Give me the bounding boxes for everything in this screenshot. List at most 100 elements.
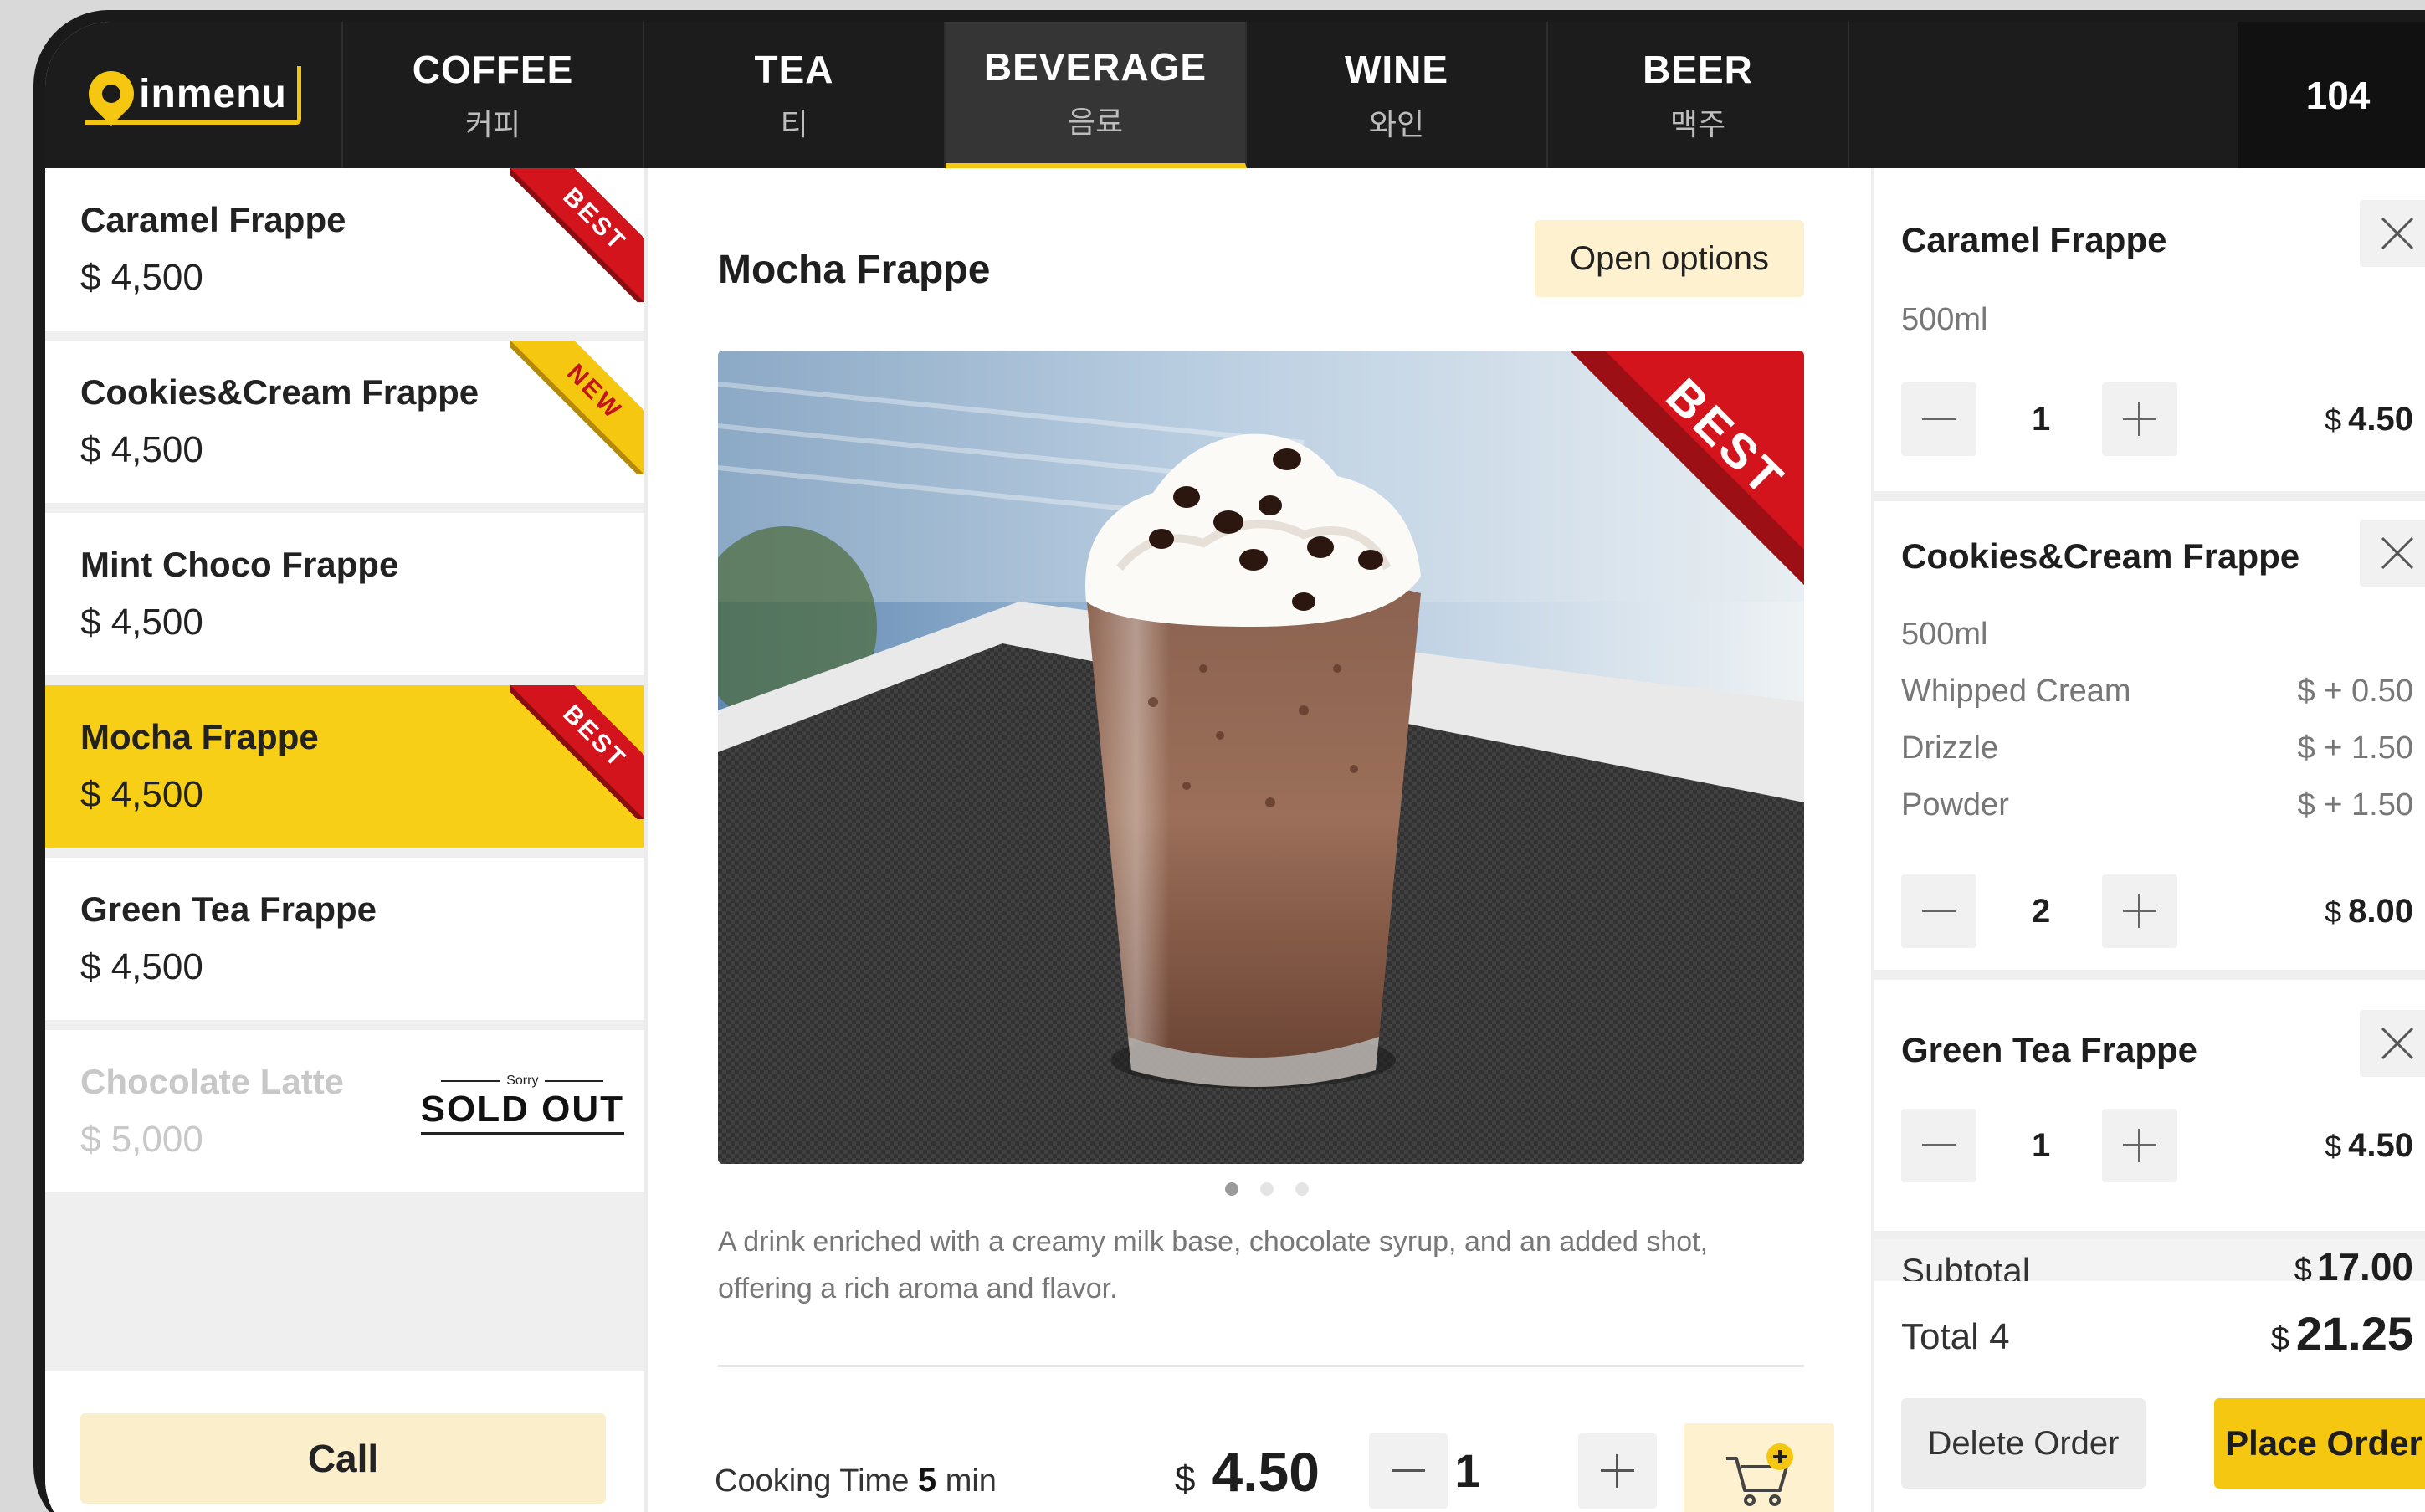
price-amount: 4.50 [2348, 1127, 2413, 1164]
add-to-cart-icon [1726, 1443, 1793, 1506]
sold-out-stamp: Sorry SOLD OUT [420, 1074, 624, 1135]
kiosk-screen: inmenu COFFEE 커피 TEA 티 BEVERAGE 음료 WINE … [45, 22, 2425, 1512]
menu-item-mint-choco-frappe[interactable]: Mint Choco Frappe $ 4,500 [45, 513, 644, 675]
subtotal-label: Subtotal [1901, 1251, 2031, 1281]
open-options-button[interactable]: Open options [1535, 220, 1804, 297]
remove-item-button[interactable] [2360, 520, 2425, 587]
cart-item-size: 500ml [1901, 302, 2413, 338]
product-price: $ 4.50 [1175, 1440, 1320, 1504]
product-photo[interactable]: BEST [718, 351, 1804, 1164]
size-label: 500ml [1901, 617, 1988, 652]
tab-sublabel: 티 [780, 106, 808, 141]
carousel-dot[interactable] [1295, 1182, 1309, 1196]
order-cart: Caramel Frappe 500ml 1 $4.50 Cookies&Cre… [1871, 168, 2425, 1512]
decrease-quantity-button[interactable] [1901, 874, 1976, 948]
menu-item-name: Mint Choco Frappe [80, 545, 399, 584]
tab-label: BEVERAGE [983, 44, 1207, 89]
price-amount: 17.00 [2316, 1245, 2413, 1281]
cart-option-row: Drizzle $ + 1.50 [1901, 730, 2413, 766]
tab-sublabel: 커피 [464, 106, 521, 141]
best-badge: BEST [510, 685, 644, 819]
tab-beer[interactable]: BEER 맥주 [1548, 22, 1849, 168]
cart-item-size: 500ml [1901, 617, 2413, 653]
total-value: $21.25 [2271, 1306, 2413, 1361]
mocha-frappe-image: BEST [718, 351, 1804, 1164]
price-amount: 4.50 [2348, 401, 2413, 438]
cart-option-row: Whipped Cream $ + 0.50 [1901, 674, 2413, 710]
close-icon [2381, 217, 2414, 250]
price-currency: $ [2325, 894, 2342, 929]
add-to-cart-button[interactable] [1684, 1423, 1834, 1512]
logo[interactable]: inmenu [45, 22, 343, 168]
sold-out-sorry: Sorry [421, 1074, 624, 1089]
tab-coffee[interactable]: COFFEE 커피 [343, 22, 644, 168]
minus-icon [1922, 1144, 1956, 1146]
tab-sublabel: 와인 [1368, 106, 1425, 141]
carousel-dot[interactable] [1260, 1182, 1274, 1196]
tab-sublabel: 음료 [1067, 104, 1124, 139]
plus-icon [2123, 402, 2156, 436]
best-ribbon: BEST [510, 168, 644, 302]
increase-quantity-button[interactable] [2102, 874, 2177, 948]
increase-quantity-button[interactable] [2102, 382, 2177, 456]
option-label: Drizzle [1901, 730, 1999, 766]
price-currency: $ [1175, 1458, 1196, 1499]
new-badge: NEW [510, 341, 644, 474]
cart-option-row: Powder $ + 1.50 [1901, 787, 2413, 823]
carousel-dot[interactable] [1225, 1182, 1238, 1196]
cart-item-name: Caramel Frappe [1901, 220, 2167, 259]
menu-item-chocolate-latte: Chocolate Latte $ 5,000 Sorry SOLD OUT [45, 1030, 644, 1192]
cart-item: Green Tea Frappe 1 $4.50 [1874, 980, 2425, 1231]
minus-icon [1392, 1469, 1425, 1472]
plus-icon [2123, 894, 2156, 928]
quantity-value: 1 [1454, 1444, 1481, 1497]
menu-item-price: $ 4,500 [80, 602, 203, 643]
increase-quantity-button[interactable] [2102, 1109, 2177, 1182]
call-button[interactable]: Call [80, 1413, 606, 1504]
price-currency: $ [2294, 1253, 2312, 1281]
menu-item-green-tea-frappe[interactable]: Green Tea Frappe $ 4,500 [45, 858, 644, 1020]
tab-label: COFFEE [412, 47, 574, 91]
option-price: $ + 0.50 [2297, 674, 2413, 709]
cart-item-quantity: 2 [2032, 893, 2051, 930]
cooking-time-label: Cooking Time [715, 1463, 910, 1499]
tab-label: TEA [754, 47, 834, 91]
pin-icon [79, 61, 144, 126]
tab-wine[interactable]: WINE 와인 [1247, 22, 1548, 168]
decrease-quantity-button[interactable] [1901, 1109, 1976, 1182]
product-title: Mocha Frappe [718, 248, 991, 292]
cart-item: Cookies&Cream Frappe 500ml Whipped Cream… [1874, 501, 2425, 970]
cart-item-quantity: 1 [2032, 401, 2051, 438]
close-icon [2381, 536, 2414, 570]
tab-sublabel: 맥주 [1669, 106, 1726, 141]
menu-item-mocha-frappe[interactable]: Mocha Frappe $ 4,500 BEST [45, 685, 644, 848]
minus-icon [1922, 418, 1956, 420]
remove-item-button[interactable] [2360, 200, 2425, 267]
delete-order-button[interactable]: Delete Order [1901, 1398, 2146, 1489]
best-ribbon: BEST [510, 685, 644, 819]
tab-tea[interactable]: TEA 티 [644, 22, 946, 168]
tab-beverage[interactable]: BEVERAGE 음료 [946, 22, 1247, 168]
place-order-button[interactable]: Place Order [2214, 1398, 2425, 1489]
cart-item-price: $4.50 [2325, 1127, 2413, 1165]
increase-quantity-button[interactable] [1578, 1433, 1657, 1509]
subtotal-value: $17.00 [2294, 1244, 2413, 1281]
menu-item-caramel-frappe[interactable]: Caramel Frappe $ 4,500 BEST [45, 168, 644, 331]
cooking-time-value: 5 [917, 1462, 937, 1499]
tab-label: WINE [1344, 47, 1449, 91]
price-amount: 21.25 [2295, 1307, 2413, 1360]
remove-item-button[interactable] [2360, 1010, 2425, 1077]
cooking-time-unit: min [945, 1463, 997, 1499]
best-badge: BEST [510, 168, 644, 302]
cart-item-quantity: 1 [2032, 1127, 2051, 1164]
option-label: Whipped Cream [1901, 674, 2131, 709]
menu-item-cookies-cream-frappe[interactable]: Cookies&Cream Frappe $ 4,500 NEW [45, 341, 644, 503]
price-amount: 4.50 [1212, 1441, 1320, 1503]
price-currency: $ [2325, 1129, 2342, 1163]
menu-item-price: $ 4,500 [80, 946, 203, 987]
price-currency: $ [2325, 402, 2342, 437]
close-icon [2381, 1027, 2414, 1060]
sold-out-label: SOLD OUT [420, 1089, 624, 1135]
cart-item: Caramel Frappe 500ml 1 $4.50 [1874, 168, 2425, 491]
decrease-quantity-button[interactable] [1901, 382, 1976, 456]
